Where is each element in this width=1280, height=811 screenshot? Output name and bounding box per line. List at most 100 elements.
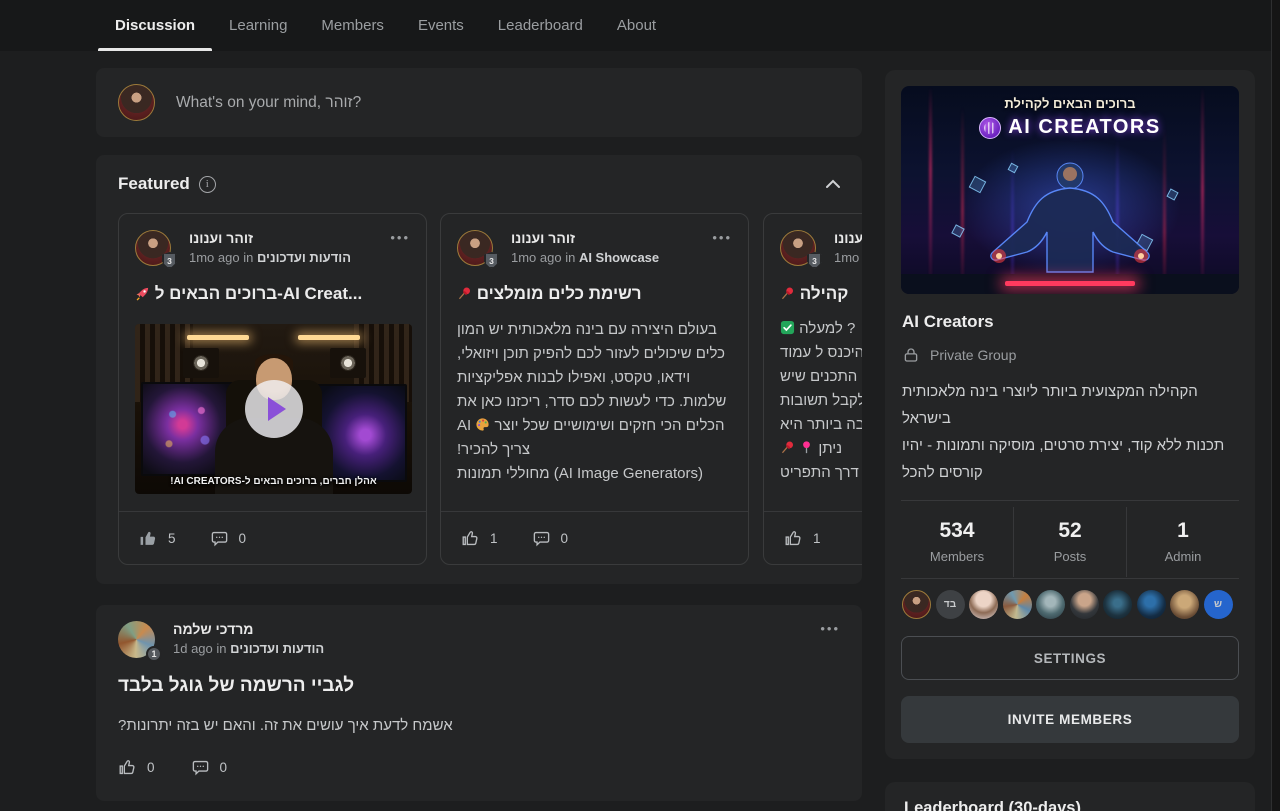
post-title[interactable]: לגביי הרשמה של גוגל בלבד bbox=[118, 675, 840, 697]
like-icon[interactable] bbox=[139, 529, 158, 548]
divider bbox=[901, 578, 1239, 579]
group-name: AI Creators bbox=[902, 312, 994, 332]
member-avatar[interactable] bbox=[1103, 590, 1132, 619]
group-banner[interactable]: ברוכים הבאים לקהילת AI CREATORS bbox=[901, 86, 1239, 294]
group-sidebar: ברוכים הבאים לקהילת AI CREATORS AI Creat… bbox=[885, 70, 1255, 759]
author-avatar[interactable]: 3 bbox=[780, 230, 816, 266]
member-avatar[interactable]: בד bbox=[936, 590, 965, 619]
video-caption: אהלן חברים, ברוכים הבאים ל-AI CREATORS! bbox=[135, 476, 412, 487]
settings-button[interactable]: SETTINGS bbox=[901, 636, 1239, 680]
ceiling-light bbox=[298, 335, 360, 340]
post-title[interactable]: רשימת כלים מומלצים bbox=[457, 284, 732, 304]
member-avatar[interactable] bbox=[1170, 590, 1199, 619]
group-stats: 534 Members 52 Posts 1 Admin bbox=[901, 507, 1239, 577]
comment-count: 0 bbox=[561, 531, 569, 546]
featured-title: Featured bbox=[118, 174, 190, 194]
current-user-avatar[interactable] bbox=[118, 84, 155, 121]
comment-icon[interactable] bbox=[210, 529, 229, 548]
post-title[interactable]: ברוכים הבאים ל-AI Creat... bbox=[135, 284, 410, 304]
member-avatar[interactable] bbox=[1036, 590, 1065, 619]
palette-icon bbox=[475, 417, 490, 432]
post-body-line: לקבל תשובות bbox=[780, 389, 862, 413]
post-body-line: למעלה ? bbox=[780, 317, 862, 341]
tab-members[interactable]: Members bbox=[304, 0, 401, 51]
tab-events[interactable]: Events bbox=[401, 0, 481, 51]
level-badge: 1 bbox=[146, 646, 162, 662]
pushpin-icon bbox=[780, 440, 795, 455]
comment-count: 0 bbox=[239, 531, 247, 546]
member-avatar[interactable] bbox=[969, 590, 998, 619]
tab-leaderboard[interactable]: Leaderboard bbox=[481, 0, 600, 51]
featured-card-welcome[interactable]: 3 זוהר וענונו 1mo ago in הודעות ועדכונים… bbox=[118, 213, 427, 565]
author-avatar[interactable]: 3 bbox=[457, 230, 493, 266]
author-name[interactable]: זוהר וענונו bbox=[834, 230, 862, 246]
play-button[interactable] bbox=[245, 380, 303, 438]
post-body-line: ניתן bbox=[780, 437, 862, 461]
post-body-line: התכנים שיש bbox=[780, 365, 862, 389]
post-body-line: בה ביותר היא bbox=[780, 413, 862, 437]
video-thumbnail[interactable]: אהלן חברים, ברוכים הבאים ל-AI CREATORS! bbox=[135, 324, 412, 494]
speaker bbox=[183, 348, 219, 378]
member-avatar[interactable]: ש bbox=[1204, 590, 1233, 619]
comment-icon[interactable] bbox=[191, 758, 210, 777]
group-description: הקהילה המקצועית ביותר ליוצרי בינה מלאכות… bbox=[902, 378, 1240, 486]
like-count: 5 bbox=[168, 531, 176, 546]
author-avatar[interactable]: 3 bbox=[135, 230, 171, 266]
info-icon[interactable]: i bbox=[199, 176, 216, 193]
member-avatar-row: בד ש bbox=[902, 590, 1233, 619]
tab-discussion[interactable]: Discussion bbox=[98, 0, 212, 51]
banner-brand-text: AI CREATORS bbox=[1008, 116, 1160, 139]
chevron-up-icon[interactable] bbox=[826, 175, 840, 193]
author-name[interactable]: מרדכי שלמה bbox=[173, 621, 324, 637]
featured-section: Featured i 3 זוהר וענונו 1mo ago in הודע… bbox=[96, 155, 862, 584]
post-body-line: דרך התפריט bbox=[780, 461, 862, 485]
invite-members-button[interactable]: INVITE MEMBERS bbox=[901, 696, 1239, 743]
member-avatar[interactable] bbox=[1003, 590, 1032, 619]
member-avatar[interactable] bbox=[1070, 590, 1099, 619]
leaderboard-card: Leaderboard (30-days) bbox=[885, 782, 1255, 811]
top-navigation: Discussion Learning Members Events Leade… bbox=[0, 0, 1280, 51]
like-icon[interactable] bbox=[784, 529, 803, 548]
scrollbar[interactable] bbox=[1271, 0, 1280, 811]
banner-figure bbox=[975, 160, 1165, 278]
feed-post[interactable]: 1 מרדכי שלמה 1d ago in הודעות ועדכונים •… bbox=[96, 605, 862, 801]
comment-count: 0 bbox=[220, 760, 228, 775]
divider bbox=[901, 500, 1239, 501]
rocket-icon bbox=[135, 286, 150, 301]
more-options-icon[interactable]: ••• bbox=[712, 230, 732, 245]
leaderboard-title: Leaderboard (30-days) bbox=[904, 799, 1236, 811]
post-meta: 1mo ago in הודעות ועדכונים bbox=[189, 250, 351, 265]
check-icon bbox=[780, 320, 795, 335]
post-meta: 1mo ago in bbox=[834, 250, 862, 265]
more-options-icon[interactable]: ••• bbox=[390, 230, 410, 245]
post-title[interactable]: קהילה bbox=[780, 284, 862, 304]
brain-icon bbox=[979, 117, 1001, 139]
featured-cards-row: 3 זוהר וענונו 1mo ago in הודעות ועדכונים… bbox=[118, 213, 862, 565]
pushpin-icon bbox=[457, 286, 472, 301]
member-avatar[interactable] bbox=[902, 590, 931, 619]
level-badge: 3 bbox=[162, 252, 177, 269]
like-icon[interactable] bbox=[461, 529, 480, 548]
pushpin-icon bbox=[780, 286, 795, 301]
post-body-line: היכנס ל עמוד bbox=[780, 341, 862, 365]
post-meta: 1mo ago in AI Showcase bbox=[511, 250, 659, 265]
featured-card-tools[interactable]: 3 זוהר וענונו 1mo ago in AI Showcase •••… bbox=[440, 213, 749, 565]
like-icon[interactable] bbox=[118, 758, 137, 777]
author-name[interactable]: זוהר וענונו bbox=[511, 230, 659, 246]
stat-posts: 52 Posts bbox=[1013, 507, 1126, 577]
author-name[interactable]: זוהר וענונו bbox=[189, 230, 351, 246]
stat-members: 534 Members bbox=[901, 507, 1013, 577]
post-body: אשמח לדעת איך עושים את זה. והאם יש בזה י… bbox=[118, 717, 840, 734]
tab-about[interactable]: About bbox=[600, 0, 673, 51]
post-meta: 1d ago in הודעות ועדכונים bbox=[173, 641, 324, 656]
member-avatar[interactable] bbox=[1137, 590, 1166, 619]
speaker bbox=[330, 348, 366, 378]
more-options-icon[interactable]: ••• bbox=[820, 621, 840, 636]
comment-icon[interactable] bbox=[532, 529, 551, 548]
post-composer[interactable]: What's on your mind, זוהר? bbox=[96, 68, 862, 137]
author-avatar[interactable]: 1 bbox=[118, 621, 155, 658]
ceiling-light bbox=[187, 335, 249, 340]
level-badge: 3 bbox=[484, 252, 499, 269]
tab-learning[interactable]: Learning bbox=[212, 0, 304, 51]
featured-card-community[interactable]: 3 זוהר וענונו 1mo ago in קהילה למעלה ?הי… bbox=[763, 213, 862, 565]
